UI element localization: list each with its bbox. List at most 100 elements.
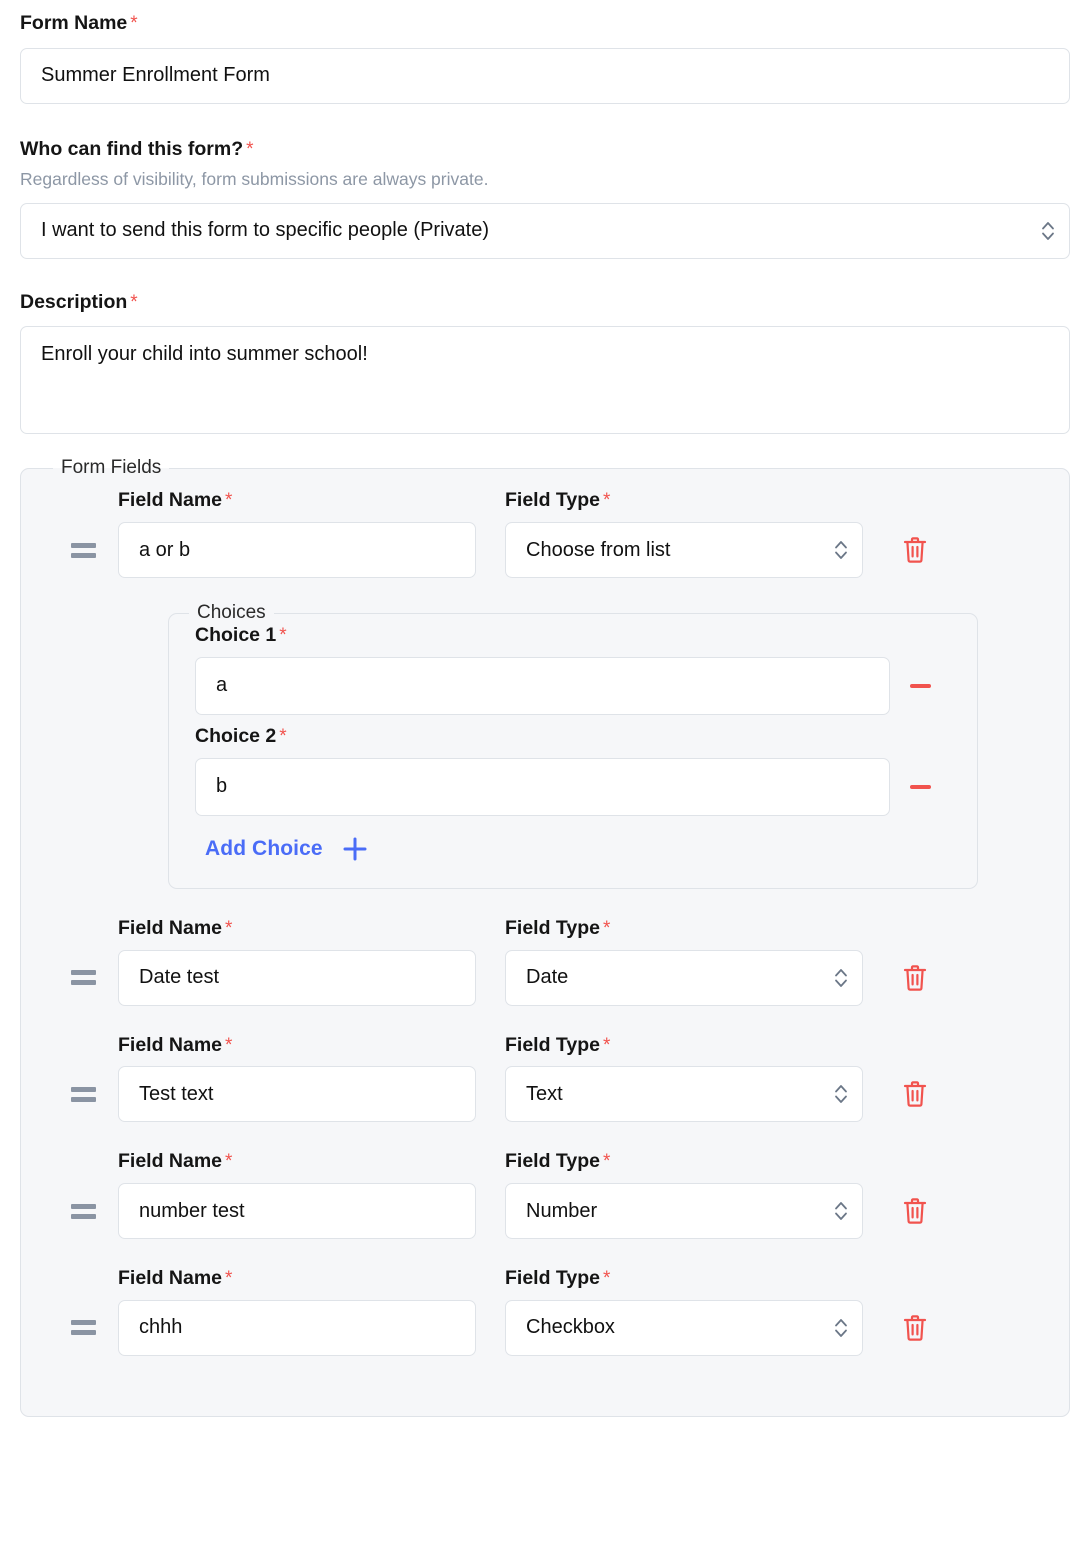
field-name-input[interactable] — [118, 1066, 476, 1123]
table-row: Field Name* Field Type* Text — [21, 1034, 1069, 1123]
field-name-label: Field Name * — [118, 1033, 233, 1056]
field-type-label: Field Type * — [505, 1267, 611, 1290]
field-name-column: Field Name * — [118, 917, 476, 1006]
field-type-label: Field Type * — [505, 916, 611, 939]
required-asterisk: * — [225, 917, 233, 939]
minus-icon — [909, 683, 931, 688]
form-builder-page: Form Name* Who can find this form?* Rega… — [0, 0, 1090, 1417]
field-type-column: Field Type * Number — [505, 1150, 863, 1240]
required-asterisk: * — [225, 1034, 233, 1056]
required-asterisk: * — [603, 1151, 611, 1173]
field-name-column: Field Name * — [118, 489, 476, 579]
visibility-select-value: I want to send this form to specific peo… — [20, 202, 1070, 259]
field-name-label: Field Name * — [118, 916, 233, 939]
required-asterisk: * — [246, 138, 254, 160]
field-name-column: Field Name * — [118, 1034, 476, 1123]
form-name-label-text: Form Name — [20, 12, 128, 34]
field-name-column: Field Name * — [118, 1267, 476, 1356]
visibility-select[interactable]: I want to send this form to specific peo… — [20, 202, 1070, 259]
description-label: Description * — [20, 291, 1070, 315]
field-type-select-value: Checkbox — [505, 1299, 863, 1356]
required-asterisk: * — [225, 1268, 233, 1290]
form-name-label: Form Name * — [20, 12, 1070, 36]
field-name-input[interactable] — [118, 1299, 476, 1356]
drag-handle-icon[interactable] — [71, 1300, 101, 1356]
field-type-select[interactable]: Choose from list — [505, 522, 863, 579]
field-type-select-value: Date — [505, 949, 863, 1006]
required-asterisk: * — [225, 490, 233, 512]
choice-label: Choice 1 * — [195, 624, 287, 647]
drag-handle-icon[interactable] — [71, 1183, 101, 1239]
visibility-label: Who can find this form? * — [20, 138, 1070, 162]
field-name-label: Field Name * — [118, 489, 233, 512]
field-name-column: Field Name * — [118, 1150, 476, 1240]
visibility-label-text: Who can find this form? — [20, 137, 244, 160]
visibility-help-text: Regardless of visibility, form submissio… — [20, 168, 489, 189]
visibility-group: Who can find this form? * Regardless of v… — [20, 138, 1070, 259]
form-fields-panel: Form Fields Field Name* Field Type* Choo… — [20, 457, 1070, 1417]
trash-icon — [903, 964, 927, 991]
delete-field-button[interactable] — [892, 1300, 938, 1356]
remove-choice-button[interactable] — [890, 758, 950, 816]
add-choice-label: Add Choice — [205, 836, 323, 860]
field-name-input[interactable] — [118, 522, 476, 579]
required-asterisk: * — [603, 490, 611, 512]
field-name-label: Field Name * — [118, 1267, 233, 1290]
field-type-select[interactable]: Text — [505, 1066, 863, 1123]
table-row: Field Name* Field Type* Choose from list — [21, 489, 1069, 579]
list-item: Choice 2 * — [169, 725, 977, 816]
delete-field-button[interactable] — [892, 950, 938, 1006]
list-item: Choice 1 * — [169, 624, 977, 715]
table-row: Field Name* Field Type* Date — [21, 917, 1069, 1006]
form-name-input[interactable] — [20, 47, 1070, 104]
delete-field-button[interactable] — [892, 1066, 938, 1122]
field-type-label: Field Type * — [505, 1150, 611, 1173]
required-asterisk: * — [225, 1151, 233, 1173]
field-type-column: Field Type * Text — [505, 1034, 863, 1123]
choices-panel: Choices Choice 1 * a Choice 2 * b Add Ch… — [168, 602, 978, 889]
table-row: Field Name* Field Type* Checkbox — [21, 1267, 1069, 1356]
delete-field-button[interactable] — [892, 1183, 938, 1239]
required-asterisk: * — [603, 917, 611, 939]
delete-field-button[interactable] — [892, 522, 938, 578]
plus-icon — [343, 837, 367, 861]
field-type-select[interactable]: Date — [505, 949, 863, 1006]
choice-input[interactable] — [195, 757, 890, 816]
field-type-column: Field Type * Date — [505, 917, 863, 1006]
field-type-column: Field Type * Checkbox — [505, 1267, 863, 1356]
remove-choice-button[interactable] — [890, 657, 950, 715]
description-label-text: Description — [20, 290, 128, 313]
trash-icon — [903, 1315, 927, 1341]
drag-handle-icon[interactable] — [71, 522, 101, 578]
choices-legend: Choices — [197, 602, 266, 624]
required-asterisk: * — [130, 13, 138, 34]
description-group: Description * — [20, 291, 1070, 435]
choice-column: Choice 2 * — [195, 725, 890, 816]
field-type-select-value: Number — [505, 1183, 863, 1240]
trash-icon — [903, 1198, 927, 1224]
field-name-label: Field Name * — [118, 1150, 233, 1173]
drag-handle-icon[interactable] — [71, 1066, 101, 1122]
form-fields-legend: Form Fields — [61, 457, 162, 479]
field-name-input[interactable] — [118, 1183, 476, 1240]
table-row: Field Name* Field Type* Number — [21, 1150, 1069, 1240]
add-choice-button[interactable]: Add Choice — [205, 836, 368, 862]
field-type-label: Field Type * — [505, 1033, 611, 1056]
required-asterisk: * — [603, 1034, 611, 1056]
field-type-label: Field Type * — [505, 489, 611, 512]
trash-icon — [903, 1081, 927, 1108]
minus-icon — [909, 784, 931, 789]
field-type-column: Field Type * Choose from list — [505, 489, 863, 579]
field-type-select[interactable]: Number — [505, 1183, 863, 1240]
choice-column: Choice 1 * — [195, 624, 890, 715]
form-fields-list: Field Name* Field Type* Choose from list — [21, 479, 1069, 1416]
field-name-input[interactable] — [118, 949, 476, 1006]
form-name-group: Form Name * — [20, 0, 1070, 104]
required-asterisk: * — [603, 1268, 611, 1290]
choice-label: Choice 2 * — [195, 724, 287, 747]
field-type-select-value: Text — [505, 1066, 863, 1123]
choice-input[interactable] — [195, 656, 890, 715]
field-type-select[interactable]: Checkbox — [505, 1299, 863, 1356]
drag-handle-icon[interactable] — [71, 950, 101, 1006]
description-textarea[interactable] — [20, 326, 1070, 435]
